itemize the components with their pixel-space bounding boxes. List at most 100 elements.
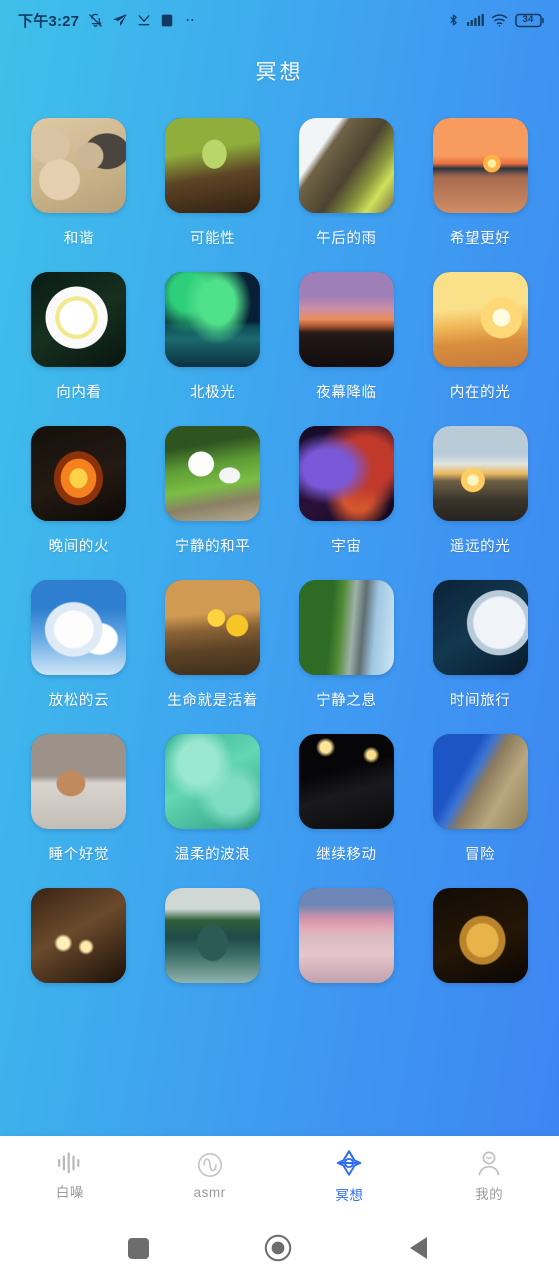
meditation-tile[interactable]: 生命就是活着 bbox=[146, 580, 280, 710]
android-navigation-bar bbox=[0, 1216, 559, 1280]
tile-artwork bbox=[165, 426, 261, 521]
status-bar: 下午3:27 34 bbox=[0, 0, 559, 40]
tile-label: 遥远的光 bbox=[449, 539, 511, 555]
tile-artwork bbox=[432, 888, 528, 983]
tile-thumbnail-buddha-statue[interactable] bbox=[432, 888, 528, 983]
tile-label: 时间旅行 bbox=[449, 693, 511, 709]
tile-thumbnail-ocean-sunset[interactable] bbox=[432, 118, 528, 213]
square-app-icon bbox=[161, 14, 173, 26]
tab-mine[interactable]: 我的 bbox=[419, 1150, 559, 1203]
tile-label: 宁静之息 bbox=[316, 693, 377, 709]
tile-label: 温柔的波浪 bbox=[174, 847, 251, 863]
tile-label: 午后的雨 bbox=[316, 231, 377, 247]
person-icon bbox=[478, 1151, 500, 1175]
meditation-tile[interactable]: 时间旅行 bbox=[413, 580, 547, 710]
meditation-tile[interactable]: 内在的光 bbox=[413, 272, 547, 402]
meditation-tile[interactable]: 遥远的光 bbox=[413, 426, 547, 556]
sine-circle-icon bbox=[197, 1153, 222, 1177]
meditation-tile[interactable]: 宁静的和平 bbox=[146, 426, 280, 556]
bluetooth-icon bbox=[450, 14, 457, 26]
tile-label: 宇宙 bbox=[331, 539, 362, 555]
meditation-tile[interactable]: 温柔的波浪 bbox=[146, 734, 280, 864]
meditation-tile[interactable]: 冒险 bbox=[413, 734, 547, 864]
meditation-tile[interactable]: 宁静之息 bbox=[280, 580, 414, 710]
tile-artwork bbox=[432, 580, 528, 675]
battery-icon: 34 bbox=[515, 13, 545, 28]
circle-icon bbox=[264, 1234, 292, 1262]
meditation-tile[interactable]: 晚间的火 bbox=[12, 426, 146, 556]
meditation-tile[interactable]: 北极光 bbox=[146, 272, 280, 402]
tile-artwork bbox=[432, 272, 528, 367]
tab-asmr[interactable]: asmr bbox=[140, 1152, 280, 1200]
tile-thumbnail-rock-climber[interactable] bbox=[432, 734, 528, 829]
nav-recents-button[interactable] bbox=[127, 1237, 149, 1259]
tile-artwork bbox=[165, 888, 261, 983]
tab-meditation[interactable]: 冥想 bbox=[280, 1149, 420, 1204]
tile-thumbnail-campfire[interactable] bbox=[31, 426, 127, 521]
tile-thumbnail-sleeping-cat[interactable] bbox=[31, 734, 127, 829]
nav-home-button[interactable] bbox=[264, 1234, 292, 1262]
tile-label: 生命就是活着 bbox=[167, 693, 258, 709]
meditation-tile[interactable]: 继续移动 bbox=[280, 734, 414, 864]
page-title: 冥想 bbox=[255, 61, 304, 84]
tile-artwork bbox=[298, 426, 394, 521]
tile-label: 内在的光 bbox=[449, 385, 511, 401]
tile-thumbnail-nebula[interactable] bbox=[298, 426, 394, 521]
tile-thumbnail-mushrooms[interactable] bbox=[165, 580, 261, 675]
tile-artwork bbox=[432, 734, 528, 829]
square-icon bbox=[127, 1237, 149, 1259]
meditation-tile[interactable]: 宇宙 bbox=[280, 426, 414, 556]
tile-thumbnail-stones-sand[interactable] bbox=[31, 118, 127, 213]
tile-thumbnail-clear-water[interactable] bbox=[165, 734, 261, 829]
tile-artwork bbox=[31, 118, 127, 213]
meditation-tile[interactable]: 可能性 bbox=[146, 118, 280, 248]
meditation-tile[interactable] bbox=[413, 888, 547, 997]
tile-thumbnail-aurora[interactable] bbox=[165, 272, 261, 367]
meditation-tile[interactable]: 和谐 bbox=[12, 118, 146, 248]
meditation-tile[interactable]: 放松的云 bbox=[12, 580, 146, 710]
tile-label: 晚间的火 bbox=[48, 539, 110, 555]
meditation-tile[interactable]: 向内看 bbox=[12, 272, 146, 402]
tile-label: 继续移动 bbox=[316, 847, 377, 863]
tile-thumbnail-night-highway[interactable] bbox=[298, 734, 394, 829]
nav-back-button[interactable] bbox=[407, 1235, 431, 1261]
meditation-tile[interactable] bbox=[12, 888, 146, 997]
tile-thumbnail-dusk-sky[interactable] bbox=[298, 272, 394, 367]
tile-artwork bbox=[298, 272, 394, 367]
tile-label: 和谐 bbox=[63, 231, 94, 247]
meditation-tile[interactable] bbox=[146, 888, 280, 997]
tile-label: 夜幕降临 bbox=[316, 385, 377, 401]
tab-label-meditation: 冥想 bbox=[335, 1187, 364, 1203]
more-dots-icon bbox=[186, 19, 194, 21]
tab-white-noise[interactable]: 白噪 bbox=[0, 1152, 140, 1201]
meditation-tile[interactable]: 睡个好觉 bbox=[12, 734, 146, 864]
tile-thumbnail-sunrise-person[interactable] bbox=[432, 272, 528, 367]
tile-thumbnail-distant-sunrise[interactable] bbox=[432, 426, 528, 521]
tile-thumbnail-candles[interactable] bbox=[31, 888, 127, 983]
tile-artwork bbox=[31, 272, 127, 367]
battery-level-text: 34 bbox=[522, 14, 534, 26]
meditation-tile[interactable]: 夜幕降临 bbox=[280, 272, 414, 402]
tile-thumbnail-green-sprout[interactable] bbox=[165, 118, 261, 213]
tile-label: 希望更好 bbox=[449, 231, 511, 247]
tile-artwork bbox=[165, 118, 261, 213]
meditation-tile[interactable] bbox=[280, 888, 414, 997]
tile-thumbnail-white-lotus[interactable] bbox=[31, 272, 127, 367]
meditation-tile[interactable]: 希望更好 bbox=[413, 118, 547, 248]
meditation-grid-scroll[interactable]: 和谐 可能性 午后的雨 希望更好向内看 北极光 夜幕降临 内在的光晚间的火 宁静的和平 宇宙 遥远… bbox=[0, 96, 559, 1136]
tile-thumbnail-white-doves[interactable] bbox=[165, 426, 261, 521]
meditation-grid: 和谐 可能性 午后的雨 希望更好向内看 北极光 夜幕降临 内在的光晚间的火 宁静的和平 宇宙 遥远… bbox=[0, 96, 559, 997]
tile-artwork bbox=[298, 734, 394, 829]
meditation-tile[interactable]: 午后的雨 bbox=[280, 118, 414, 248]
tile-label: 睡个好觉 bbox=[48, 847, 110, 863]
cellular-signal-icon bbox=[467, 14, 484, 26]
tile-label: 向内看 bbox=[56, 385, 102, 401]
tile-thumbnail-wet-leaves[interactable] bbox=[298, 118, 394, 213]
tile-thumbnail-clouds[interactable] bbox=[31, 580, 127, 675]
tab-label-mine: 我的 bbox=[475, 1186, 504, 1202]
bottom-tab-bar: 白噪 asmr 冥想 我的 bbox=[0, 1136, 559, 1216]
tile-thumbnail-tree-road[interactable] bbox=[298, 580, 394, 675]
tile-thumbnail-clock[interactable] bbox=[432, 580, 528, 675]
tile-thumbnail-boat-sunset[interactable] bbox=[298, 888, 394, 983]
tile-thumbnail-bridge-reflection[interactable] bbox=[165, 888, 261, 983]
